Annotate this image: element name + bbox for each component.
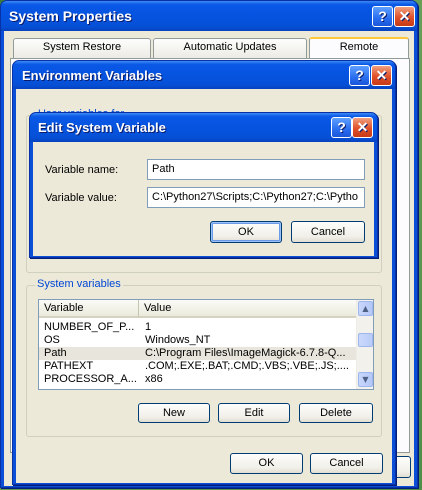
new-label: New — [162, 407, 185, 419]
tab-label: Remote — [339, 41, 379, 53]
help-icon: ? — [378, 8, 387, 24]
edit-dialog-cancel-button[interactable]: Cancel — [291, 221, 365, 243]
environment-variables-close-button[interactable]: ✕ — [371, 65, 392, 86]
list-vertical-scrollbar[interactable]: ▲ ▼ — [356, 300, 373, 389]
value-cell: 1 — [145, 321, 152, 333]
chevron-down-icon: ▼ — [362, 375, 369, 384]
column-header-variable[interactable]: Variable — [39, 300, 139, 317]
system-properties-close-button[interactable]: ✕ — [394, 6, 415, 27]
scroll-down-button[interactable]: ▼ — [358, 372, 373, 387]
variable-name-input[interactable]: Path — [147, 159, 365, 180]
value-cell: Windows_NT — [145, 334, 211, 346]
variable-cell: OS — [44, 334, 60, 346]
help-icon: ? — [355, 67, 364, 83]
edit-system-variable-dialog: Edit System Variable ? ✕ Variable name: … — [29, 112, 378, 258]
close-icon: ✕ — [356, 119, 369, 135]
environment-variables-cancel-button[interactable]: Cancel — [310, 453, 383, 474]
system-properties-help-button[interactable]: ? — [372, 6, 393, 27]
column-label: Variable — [44, 302, 84, 314]
system-variables-label: System variables — [35, 278, 123, 290]
variable-cell: Path — [44, 347, 67, 359]
list-item[interactable]: NUMBER_OF_P... 1 — [39, 321, 356, 334]
list-item-selected[interactable]: Path C:\Program Files\ImageMagick-6.7.8-… — [39, 347, 356, 360]
value-cell: C:\Program Files\ImageMagick-6.7.8-Q... — [145, 347, 346, 359]
system-variables-list[interactable]: Variable Value NUMBER_OF_P... 1 OS Windo… — [38, 299, 374, 390]
list-header: Variable Value — [39, 300, 356, 318]
edit-system-variable-titlebar[interactable]: Edit System Variable ? ✕ — [30, 113, 377, 142]
tab-remote[interactable]: Remote — [309, 37, 409, 59]
ok-label: OK — [238, 226, 254, 238]
chevron-up-icon: ▲ — [362, 304, 369, 313]
value-cell: .COM;.EXE;.BAT;.CMD;.VBS;.VBE;.JS;.... — [145, 360, 349, 372]
ok-label: OK — [258, 457, 275, 469]
variable-value-label: Variable value: — [45, 192, 117, 204]
tab-label: System Restore — [42, 41, 122, 53]
edit-system-variable-client: Variable name: Path Variable value: C:\P… — [33, 142, 374, 256]
variable-cell: NUMBER_OF_P... — [44, 321, 135, 333]
tab-system-restore[interactable]: System Restore — [13, 38, 151, 58]
list-item[interactable]: PATHEXT .COM;.EXE;.BAT;.CMD;.VBS;.VBE;.J… — [39, 360, 356, 373]
edit-button[interactable]: Edit — [218, 403, 290, 423]
help-icon: ? — [337, 119, 346, 135]
close-icon: ✕ — [398, 8, 411, 24]
environment-variables-ok-button[interactable]: OK — [230, 453, 303, 474]
column-header-value[interactable]: Value — [139, 300, 356, 317]
variable-value-text: C:\Python27\Scripts;C:\Python27;C:\Pytho — [152, 191, 359, 203]
close-icon: ✕ — [375, 67, 388, 83]
value-cell: x86 — [145, 373, 163, 385]
delete-button[interactable]: Delete — [299, 403, 373, 423]
scroll-thumb[interactable] — [358, 333, 373, 347]
edit-dialog-ok-button[interactable]: OK — [210, 221, 282, 243]
edit-system-variable-title: Edit System Variable — [38, 120, 166, 135]
variable-name-label: Variable name: — [45, 164, 119, 176]
list-item[interactable]: PROCESSOR_A... x86 — [39, 373, 356, 386]
column-label: Value — [144, 302, 172, 314]
system-properties-titlebar[interactable]: System Properties ? ✕ — [1, 1, 417, 31]
environment-variables-titlebar[interactable]: Environment Variables ? ✕ — [13, 61, 395, 89]
environment-variables-help-button[interactable]: ? — [349, 65, 370, 86]
system-properties-title: System Properties — [9, 8, 132, 24]
cancel-label: Cancel — [329, 457, 364, 469]
edit-dialog-help-button[interactable]: ? — [331, 117, 352, 138]
tab-label: Automatic Updates — [183, 41, 277, 53]
edit-label: Edit — [244, 407, 264, 419]
scroll-up-button[interactable]: ▲ — [358, 301, 373, 316]
variable-value-input[interactable]: C:\Python27\Scripts;C:\Python27;C:\Pytho — [147, 187, 365, 208]
variable-cell: PROCESSOR_A... — [44, 373, 136, 385]
cancel-label: Cancel — [310, 226, 346, 238]
variable-cell: PATHEXT — [44, 360, 94, 372]
environment-variables-title: Environment Variables — [22, 68, 163, 83]
edit-dialog-close-button[interactable]: ✕ — [352, 117, 373, 138]
variable-name-value: Path — [152, 163, 175, 175]
new-button[interactable]: New — [138, 403, 210, 423]
list-item[interactable]: OS Windows_NT — [39, 334, 356, 347]
tab-automatic-updates[interactable]: Automatic Updates — [153, 38, 307, 58]
delete-label: Delete — [320, 407, 352, 419]
